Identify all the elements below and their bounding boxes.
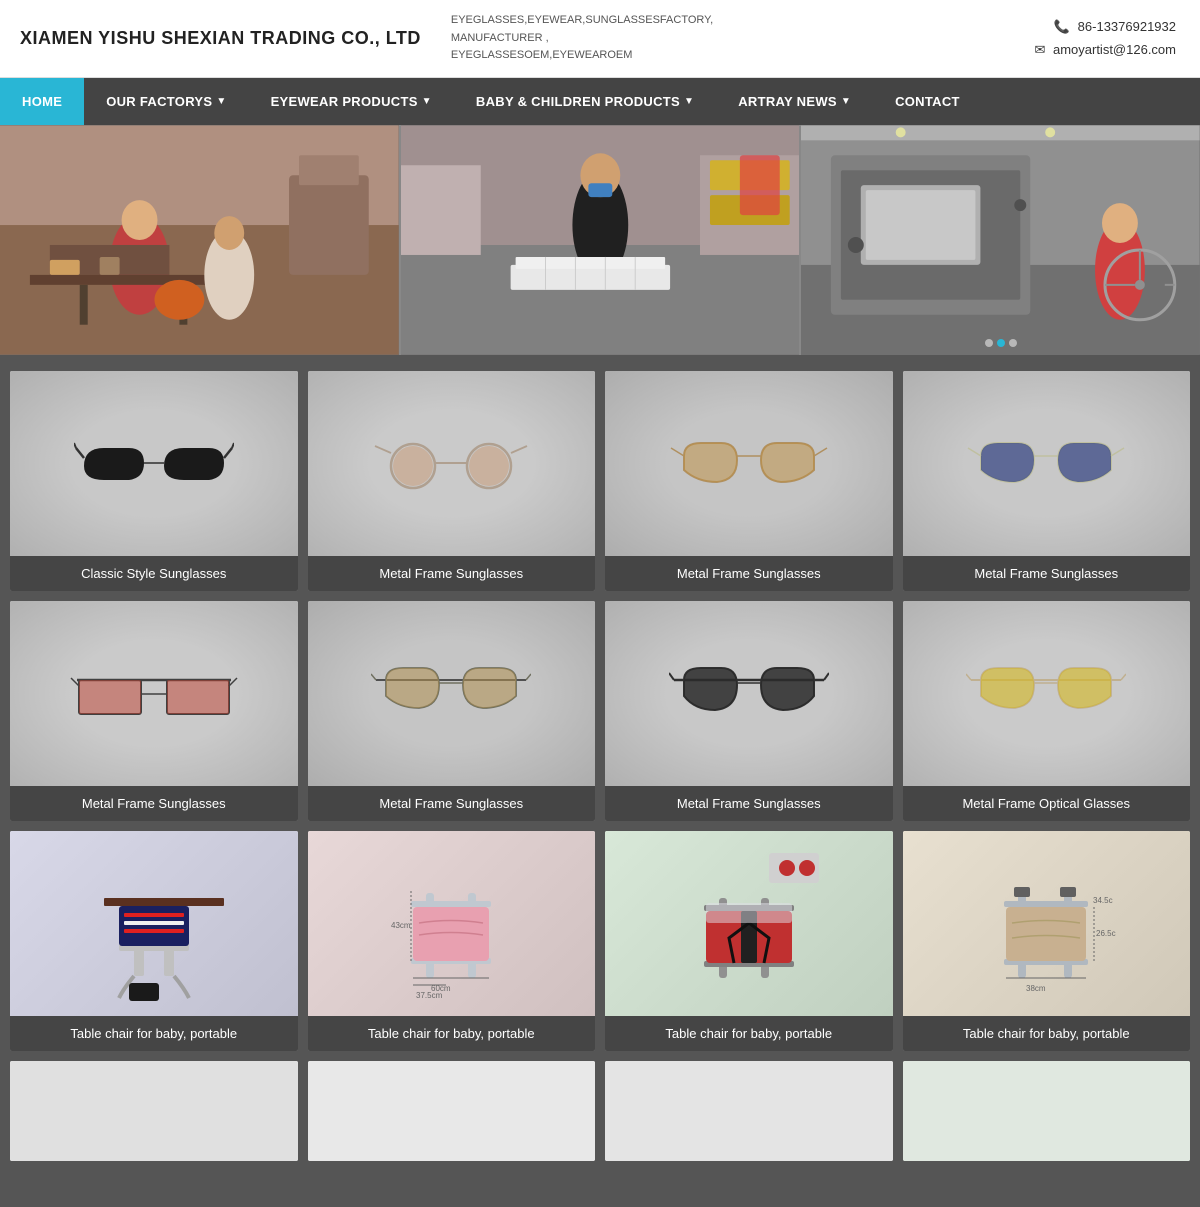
email-line: ✉ amoyartist@126.com bbox=[1034, 38, 1180, 61]
hero-scene-2 bbox=[401, 125, 800, 355]
nav-artray-arrow: ▼ bbox=[841, 96, 851, 107]
product-classic-sunglasses[interactable]: Classic Style Sunglasses bbox=[10, 371, 298, 591]
hero-dot-3[interactable] bbox=[1009, 339, 1017, 347]
nav-baby[interactable]: BABY & CHILDREN PRODUCTS ▼ bbox=[454, 78, 716, 125]
sunglasses-aviator-brown-svg bbox=[669, 428, 829, 498]
hero-banner bbox=[0, 125, 1200, 355]
nav-factorys-arrow: ▼ bbox=[216, 96, 226, 107]
product-label-baby2: Table chair for baby, portable bbox=[308, 1016, 596, 1051]
products-row-2: Metal Frame Sunglasses Metal Frame Sungl… bbox=[10, 601, 1190, 821]
baby-chair-2-svg: 43cm 60cm 37.5cm bbox=[371, 843, 531, 1003]
baby-chair-1-svg bbox=[74, 843, 234, 1003]
product-image-row4-3 bbox=[605, 1061, 893, 1161]
hero-dot-2[interactable] bbox=[997, 339, 1005, 347]
product-label-metal-optical: Metal Frame Optical Glasses bbox=[903, 786, 1191, 821]
email-icon: ✉ bbox=[1034, 42, 1045, 57]
nav-eyewear-arrow: ▼ bbox=[422, 96, 432, 107]
svg-text:26.5c: 26.5c bbox=[1096, 929, 1116, 938]
product-image-baby1 bbox=[10, 831, 298, 1016]
product-metal-square-red[interactable]: Metal Frame Sunglasses bbox=[10, 601, 298, 821]
product-row4-1[interactable] bbox=[10, 1061, 298, 1161]
phone-icon: 📞 bbox=[1054, 19, 1070, 34]
product-image-metal-blue bbox=[903, 371, 1191, 556]
product-image-baby4: 26.5c 38cm 34.5c bbox=[903, 831, 1191, 1016]
svg-text:38cm: 38cm bbox=[1026, 984, 1046, 993]
hero-dots bbox=[985, 339, 1017, 347]
product-image-row4-2 bbox=[308, 1061, 596, 1161]
product-image-row4-4 bbox=[903, 1061, 1191, 1161]
hero-scene-3 bbox=[801, 125, 1200, 355]
company-name: XIAMEN YISHU SHEXIAN TRADING CO., LTD bbox=[20, 28, 421, 49]
sunglasses-square-red-svg bbox=[69, 658, 239, 728]
product-label-baby4: Table chair for baby, portable bbox=[903, 1016, 1191, 1051]
product-image-metal-aviator-brown bbox=[605, 371, 893, 556]
product-label-metal-blue: Metal Frame Sunglasses bbox=[903, 556, 1191, 591]
contact-info: 📞 86-13376921932 ✉ amoyartist@126.com bbox=[1034, 15, 1180, 62]
product-label-metal-aviator-brown2: Metal Frame Sunglasses bbox=[308, 786, 596, 821]
product-row4-4[interactable] bbox=[903, 1061, 1191, 1161]
product-metal-aviator-brown[interactable]: Metal Frame Sunglasses bbox=[605, 371, 893, 591]
product-label-baby1: Table chair for baby, portable bbox=[10, 1016, 298, 1051]
product-metal-round[interactable]: Metal Frame Sunglasses bbox=[308, 371, 596, 591]
product-baby-chair-3[interactable]: Table chair for baby, portable bbox=[605, 831, 893, 1051]
nav-eyewear[interactable]: EYEWEAR PRODUCTS ▼ bbox=[249, 78, 454, 125]
phone-number: 86-13376921932 bbox=[1078, 19, 1176, 34]
product-image-metal-square-red bbox=[10, 601, 298, 786]
nav-contact[interactable]: CONTACT bbox=[873, 78, 982, 125]
nav-home[interactable]: HOME bbox=[0, 78, 84, 125]
product-row4-2[interactable] bbox=[308, 1061, 596, 1161]
company-tagline: EYEGLASSES,EYEWEAR,SUNGLASSESFACTORY, MA… bbox=[451, 12, 711, 65]
product-image-classic bbox=[10, 371, 298, 556]
nav-artray[interactable]: ARTRAY NEWS ▼ bbox=[716, 78, 873, 125]
sunglasses-metal-round-svg bbox=[371, 428, 531, 498]
product-image-baby2: 43cm 60cm 37.5cm bbox=[308, 831, 596, 1016]
product-row4-3[interactable] bbox=[605, 1061, 893, 1161]
products-section: Classic Style Sunglasses Metal Frame Sun… bbox=[0, 355, 1200, 1187]
email-address: amoyartist@126.com bbox=[1053, 42, 1176, 57]
hero-panel-1 bbox=[0, 125, 401, 355]
product-image-metal-dark bbox=[605, 601, 893, 786]
product-label-metal-round: Metal Frame Sunglasses bbox=[308, 556, 596, 591]
product-label-metal-square-red: Metal Frame Sunglasses bbox=[10, 786, 298, 821]
product-label-metal-aviator-brown: Metal Frame Sunglasses bbox=[605, 556, 893, 591]
hero-dot-1[interactable] bbox=[985, 339, 993, 347]
product-metal-dark[interactable]: Metal Frame Sunglasses bbox=[605, 601, 893, 821]
sunglasses-optical-yellow-svg bbox=[966, 658, 1126, 728]
product-baby-chair-1[interactable]: Table chair for baby, portable bbox=[10, 831, 298, 1051]
baby-chair-3-svg bbox=[669, 843, 829, 1003]
product-label-metal-dark: Metal Frame Sunglasses bbox=[605, 786, 893, 821]
product-image-metal-round bbox=[308, 371, 596, 556]
product-image-metal-optical bbox=[903, 601, 1191, 786]
product-image-baby3 bbox=[605, 831, 893, 1016]
nav-baby-arrow: ▼ bbox=[684, 96, 694, 107]
product-baby-chair-2[interactable]: 43cm 60cm 37.5cm Table chair for baby, p… bbox=[308, 831, 596, 1051]
phone-line: 📞 86-13376921932 bbox=[1034, 15, 1180, 38]
product-image-row4-1 bbox=[10, 1061, 298, 1161]
sunglasses-dark-aviator-svg bbox=[669, 658, 829, 728]
svg-text:43cm: 43cm bbox=[391, 921, 411, 930]
product-label-classic: Classic Style Sunglasses bbox=[10, 556, 298, 591]
product-metal-blue[interactable]: Metal Frame Sunglasses bbox=[903, 371, 1191, 591]
svg-text:34.5c: 34.5c bbox=[1093, 896, 1113, 905]
sunglasses-classic-svg bbox=[74, 428, 234, 498]
product-image-metal-aviator-brown2 bbox=[308, 601, 596, 786]
top-header: XIAMEN YISHU SHEXIAN TRADING CO., LTD EY… bbox=[0, 0, 1200, 78]
svg-text:37.5cm: 37.5cm bbox=[416, 991, 443, 1000]
hero-scene-1 bbox=[0, 125, 399, 355]
product-label-baby3: Table chair for baby, portable bbox=[605, 1016, 893, 1051]
hero-panel-2 bbox=[401, 125, 802, 355]
baby-chair-4-svg: 26.5c 38cm 34.5c bbox=[966, 843, 1126, 1003]
product-metal-optical[interactable]: Metal Frame Optical Glasses bbox=[903, 601, 1191, 821]
products-row-1: Classic Style Sunglasses Metal Frame Sun… bbox=[10, 371, 1190, 591]
product-metal-aviator-brown2[interactable]: Metal Frame Sunglasses bbox=[308, 601, 596, 821]
product-baby-chair-4[interactable]: 26.5c 38cm 34.5c Table chair for baby, p… bbox=[903, 831, 1191, 1051]
sunglasses-metal-blue-svg bbox=[966, 428, 1126, 498]
hero-panel-3 bbox=[801, 125, 1200, 355]
products-row-3: Table chair for baby, portable bbox=[10, 831, 1190, 1051]
nav-factorys[interactable]: OUR FACTORYS ▼ bbox=[84, 78, 248, 125]
products-row-4 bbox=[10, 1061, 1190, 1161]
main-nav: HOME OUR FACTORYS ▼ EYEWEAR PRODUCTS ▼ B… bbox=[0, 78, 1200, 125]
sunglasses-aviator-brown2-svg bbox=[371, 658, 531, 728]
